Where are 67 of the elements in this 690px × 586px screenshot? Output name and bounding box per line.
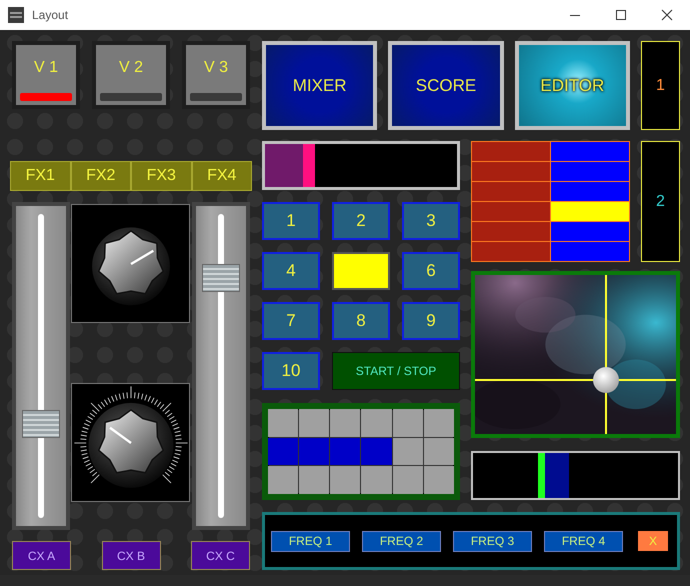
tab[interactable]: MIXER [262,41,378,130]
number-pad[interactable]: 1 [262,202,320,240]
effect-button[interactable]: FX2 [70,161,131,191]
matrix-cell[interactable] [268,409,298,437]
frequency-button[interactable]: FREQ 4 [544,530,623,552]
grid-cell[interactable] [551,242,629,261]
matrix-cell[interactable] [268,438,298,466]
voice-button[interactable]: V 3 [182,41,250,109]
voice-button[interactable]: V 1 [12,41,80,109]
matrix-cell[interactable] [299,409,330,437]
grid-cell[interactable] [472,222,550,241]
grid-cell[interactable] [551,142,629,161]
number-pad[interactable]: 3 [402,202,460,240]
display-value: 1 [656,76,665,94]
effect-button[interactable]: FX3 [131,161,192,191]
frequency-button[interactable]: FREQ 3 [453,530,532,552]
number-pad[interactable]: 6 [402,252,460,290]
grid-cell[interactable] [551,162,629,181]
cx-button[interactable]: CX A [12,541,71,570]
matrix-cell[interactable] [424,409,454,437]
number-pad[interactable]: 4 [262,252,320,290]
matrix-cell[interactable] [392,438,423,466]
matrix-cell[interactable] [424,466,454,494]
matrix-cell[interactable] [330,409,360,437]
grid-cell[interactable] [472,242,550,261]
grid-cell[interactable] [551,182,629,201]
level-bar[interactable] [262,141,460,190]
number-pad[interactable] [332,252,390,290]
frequency-button[interactable]: FREQ 1 [271,530,350,552]
display-value: 2 [656,192,665,210]
grid-cell[interactable] [472,182,550,201]
slider-thumb[interactable] [202,264,240,292]
start-stop-button[interactable]: START / STOP [332,352,460,390]
number-pad[interactable]: 10 [262,352,320,390]
matrix-cell[interactable] [361,409,392,437]
matrix-cell[interactable] [330,466,360,494]
effect-button[interactable]: FX1 [10,161,70,191]
meter-band [544,453,569,498]
grid-cell[interactable] [472,142,550,161]
grid-cell[interactable] [551,202,629,221]
effect-button[interactable]: FX4 [192,161,252,191]
matrix-cell[interactable] [392,466,423,494]
matrix-cell[interactable] [424,438,454,466]
number-pad[interactable]: 8 [332,302,390,340]
cx-button[interactable]: CX B [102,541,160,570]
matrix-cell[interactable] [361,438,392,466]
matrix-cell[interactable] [299,466,330,494]
app-icon [8,7,24,23]
number-pad[interactable]: 2 [332,202,390,240]
vertical-slider[interactable] [192,202,250,530]
grid-cell[interactable] [551,222,629,241]
tab[interactable]: SCORE [388,41,504,130]
number-pad[interactable]: 9 [402,302,460,340]
matrix-cell[interactable] [299,438,330,466]
matrix-cell[interactable] [330,438,360,466]
grid-cell[interactable] [472,162,550,181]
slider-thumb[interactable] [22,410,60,438]
matrix-cell[interactable] [361,466,392,494]
window-title: Layout [32,8,68,22]
cx-button[interactable]: CX C [191,541,250,570]
matrix-cell[interactable] [268,466,298,494]
vertical-slider[interactable] [12,202,70,530]
voice-button[interactable]: V 2 [92,41,170,109]
frequency-button[interactable]: FREQ 2 [362,530,441,552]
grid-cell[interactable] [472,202,550,221]
matrix-cell[interactable] [392,409,423,437]
number-pad[interactable]: 7 [262,302,320,340]
